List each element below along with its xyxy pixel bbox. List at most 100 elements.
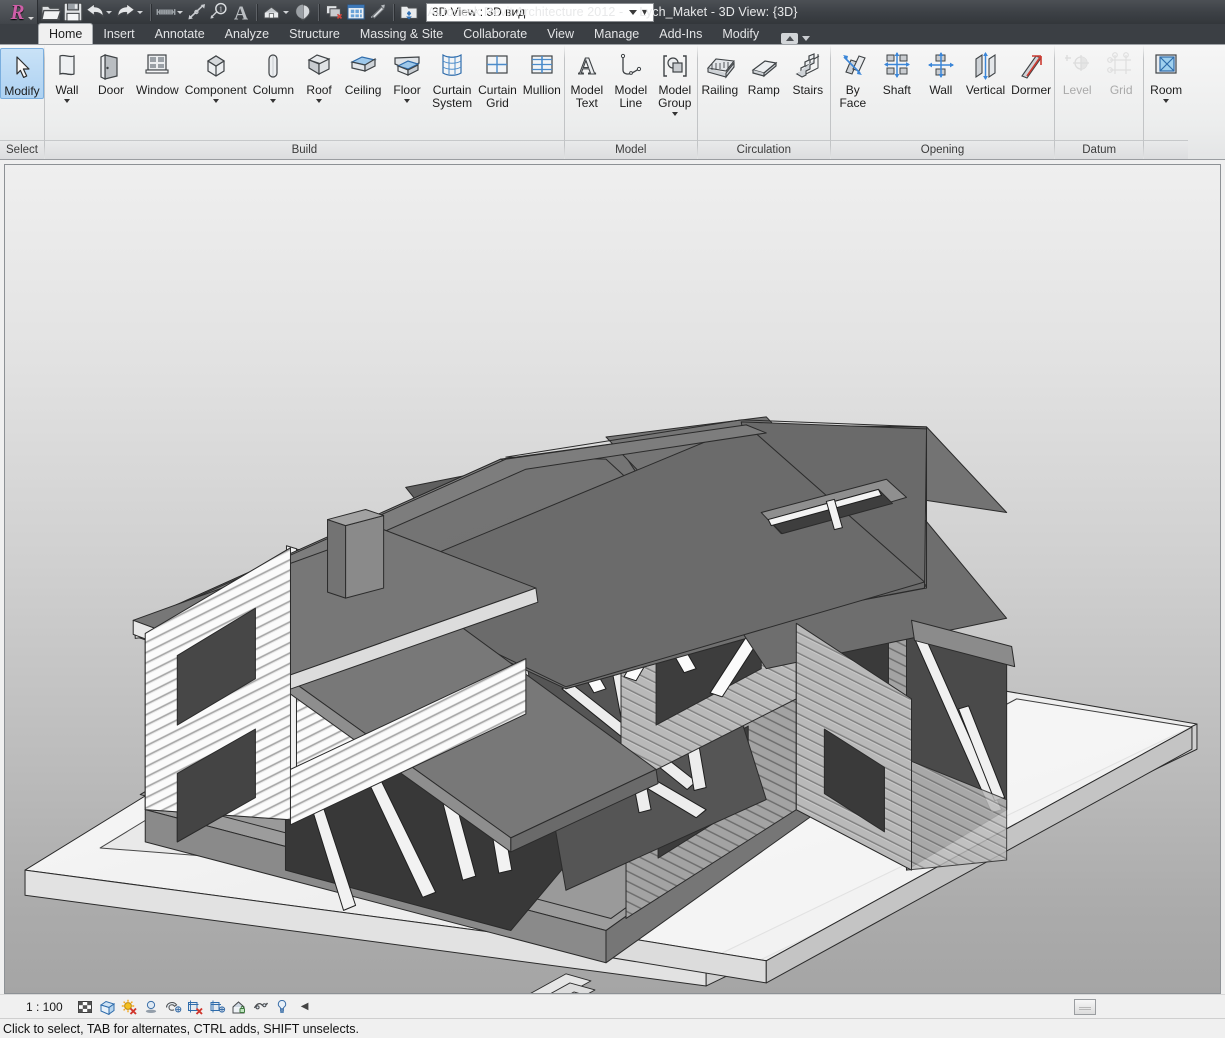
- ribbon-button-floor[interactable]: Floor: [385, 48, 429, 103]
- ribbon-tab-label: Massing & Site: [359, 26, 444, 41]
- chevron-down-icon[interactable]: [671, 112, 678, 116]
- 3d-view-canvas[interactable]: [4, 164, 1221, 994]
- ribbon-tab-view[interactable]: View: [537, 23, 584, 44]
- ribbon-tab-manage[interactable]: Manage: [584, 23, 649, 44]
- ribbon-button-by-face[interactable]: By Face: [831, 48, 875, 110]
- door-icon: [95, 50, 127, 82]
- view-type-selector[interactable]: 3D View : 3D вид ▼: [426, 2, 654, 22]
- ribbon-button-model-group[interactable]: Model Group: [653, 48, 697, 116]
- reveal-hidden-elements-icon[interactable]: [253, 999, 269, 1015]
- ribbon-button-vertical[interactable]: Vertical: [963, 48, 1008, 97]
- ribbon-button-label: Vertical: [965, 83, 1006, 97]
- ribbon-tab-label: Analyze: [224, 26, 270, 41]
- ribbon-tab-annotate[interactable]: Annotate: [145, 23, 215, 44]
- switch-windows-icon[interactable]: [367, 1, 389, 23]
- ribbon-button-model-line[interactable]: Model Line: [609, 48, 653, 110]
- ribbon-tab-massing-site[interactable]: Massing & Site: [350, 23, 453, 44]
- ribbon-button-room[interactable]: Room: [1144, 48, 1188, 103]
- ribbon-button-curtain-system[interactable]: Curtain System: [429, 48, 475, 110]
- detail-level-icon[interactable]: [77, 999, 93, 1015]
- ribbon-tab-label: View: [547, 26, 575, 41]
- ribbon-tab-modify[interactable]: Modify: [712, 23, 769, 44]
- revit-application-window: R 1 A 3D View: 3D вид ▼ Autodesk Revit …: [0, 0, 1225, 1038]
- ribbon-tab-insert[interactable]: Insert: [93, 23, 144, 44]
- text-icon[interactable]: A: [230, 1, 252, 24]
- application-menu-button[interactable]: R: [0, 0, 38, 24]
- minimize-ribbon-icon[interactable]: [781, 33, 799, 44]
- ribbon-tab-collaborate[interactable]: Collaborate: [453, 23, 537, 44]
- chevron-down-icon[interactable]: [1163, 99, 1170, 103]
- show-crop-region-icon[interactable]: [209, 999, 225, 1015]
- crop-region-off-icon[interactable]: [187, 999, 203, 1015]
- grid-icon: [1105, 50, 1137, 82]
- ribbon-button-ramp[interactable]: Ramp: [742, 48, 786, 97]
- chevron-down-icon[interactable]: [283, 10, 289, 14]
- ribbon-tab-label: Add-Ins: [659, 26, 703, 41]
- section-icon[interactable]: [292, 1, 314, 23]
- chevron-down-icon[interactable]: [270, 99, 277, 103]
- default-3d-view-icon[interactable]: [261, 1, 283, 23]
- chevron-down-icon[interactable]: [137, 10, 143, 14]
- thin-lines-icon[interactable]: [323, 1, 345, 23]
- customize-qat-icon[interactable]: [398, 1, 420, 23]
- ribbon-button-dormer[interactable]: Dormer: [1008, 48, 1054, 97]
- revit-logo-icon: R: [10, 0, 25, 24]
- chevron-down-icon[interactable]: [316, 99, 323, 103]
- worksharing-display-icon[interactable]: [275, 999, 291, 1015]
- shadows-off-icon[interactable]: [143, 999, 159, 1015]
- measure-icon[interactable]: [155, 1, 177, 23]
- chevron-down-icon[interactable]: [212, 99, 219, 103]
- ribbon-button-label: Shaft: [882, 83, 911, 97]
- chevron-down-icon[interactable]: [177, 10, 183, 14]
- save-icon[interactable]: [62, 1, 84, 23]
- redo-icon[interactable]: [115, 1, 137, 23]
- ribbon-button-mullion[interactable]: Mullion: [520, 48, 564, 97]
- ribbon-button-wall[interactable]: Wall: [45, 48, 89, 103]
- view-control-expand-arrow[interactable]: ◀: [301, 1001, 309, 1012]
- ribbon-button-modify[interactable]: Modify: [0, 48, 44, 99]
- chevron-down-icon[interactable]: [802, 36, 811, 41]
- ribbon-tab-analyze[interactable]: Analyze: [215, 23, 279, 44]
- ribbon-button-column[interactable]: Column: [250, 48, 297, 103]
- window-resize-grip[interactable]: [1074, 998, 1096, 1015]
- ribbon-button-door[interactable]: Door: [89, 48, 133, 97]
- chevron-down-icon[interactable]: [106, 10, 112, 14]
- ribbon-button-shaft[interactable]: Shaft: [875, 48, 919, 97]
- ribbon-tab-label: Manage: [594, 26, 640, 41]
- render-dialog-icon[interactable]: [165, 999, 182, 1015]
- ribbon-tab-add-ins[interactable]: Add-Ins: [649, 23, 712, 44]
- ribbon-button-window[interactable]: Window: [133, 48, 182, 97]
- ribbon-button-stairs[interactable]: Stairs: [786, 48, 830, 97]
- opening-by-face-icon: [837, 50, 869, 82]
- ribbon-button-curtain-grid[interactable]: Curtain Grid: [475, 48, 520, 110]
- ribbon-button-railing[interactable]: Railing: [698, 48, 742, 97]
- aligned-dimension-icon[interactable]: [186, 1, 208, 23]
- view-scale[interactable]: 1 : 100: [4, 1000, 73, 1014]
- ceiling-icon: [347, 50, 379, 82]
- document-name: Lych_Maket - 3D View: {3D}: [639, 5, 798, 19]
- chevron-down-icon[interactable]: [64, 99, 70, 103]
- ribbon-panel-title: Datum: [1055, 140, 1144, 159]
- railing-icon: [704, 50, 736, 82]
- tag-by-category-icon[interactable]: 1: [208, 1, 230, 23]
- open-icon[interactable]: [40, 1, 62, 23]
- close-hidden-windows-icon[interactable]: [345, 1, 367, 23]
- ribbon-button-label: Room: [1150, 83, 1183, 97]
- visual-style-icon[interactable]: [99, 999, 115, 1015]
- toolbar-separator: [318, 3, 319, 21]
- ribbon-button-wall[interactable]: Wall: [919, 48, 963, 97]
- ribbon-display-options[interactable]: [781, 33, 811, 44]
- ribbon-tab-home[interactable]: Home: [38, 23, 94, 44]
- panel-buttons: Wall Door Window Component Column Roof Ceiling…: [45, 45, 564, 140]
- chevron-down-icon[interactable]: [404, 99, 411, 103]
- ribbon-button-component[interactable]: Component: [182, 48, 250, 103]
- temporary-hide-isolate-icon[interactable]: [231, 999, 247, 1015]
- ribbon-button-ceiling[interactable]: Ceiling: [341, 48, 385, 97]
- ribbon-button-model-text[interactable]: A Model Text: [565, 48, 609, 110]
- undo-icon[interactable]: [84, 1, 106, 23]
- ribbon-tab-structure[interactable]: Structure: [279, 23, 350, 44]
- sun-path-off-icon[interactable]: [121, 999, 137, 1015]
- stairs-icon: [792, 50, 824, 82]
- ribbon-button-roof[interactable]: Roof: [297, 48, 341, 103]
- vertical-opening-icon: [969, 50, 1001, 82]
